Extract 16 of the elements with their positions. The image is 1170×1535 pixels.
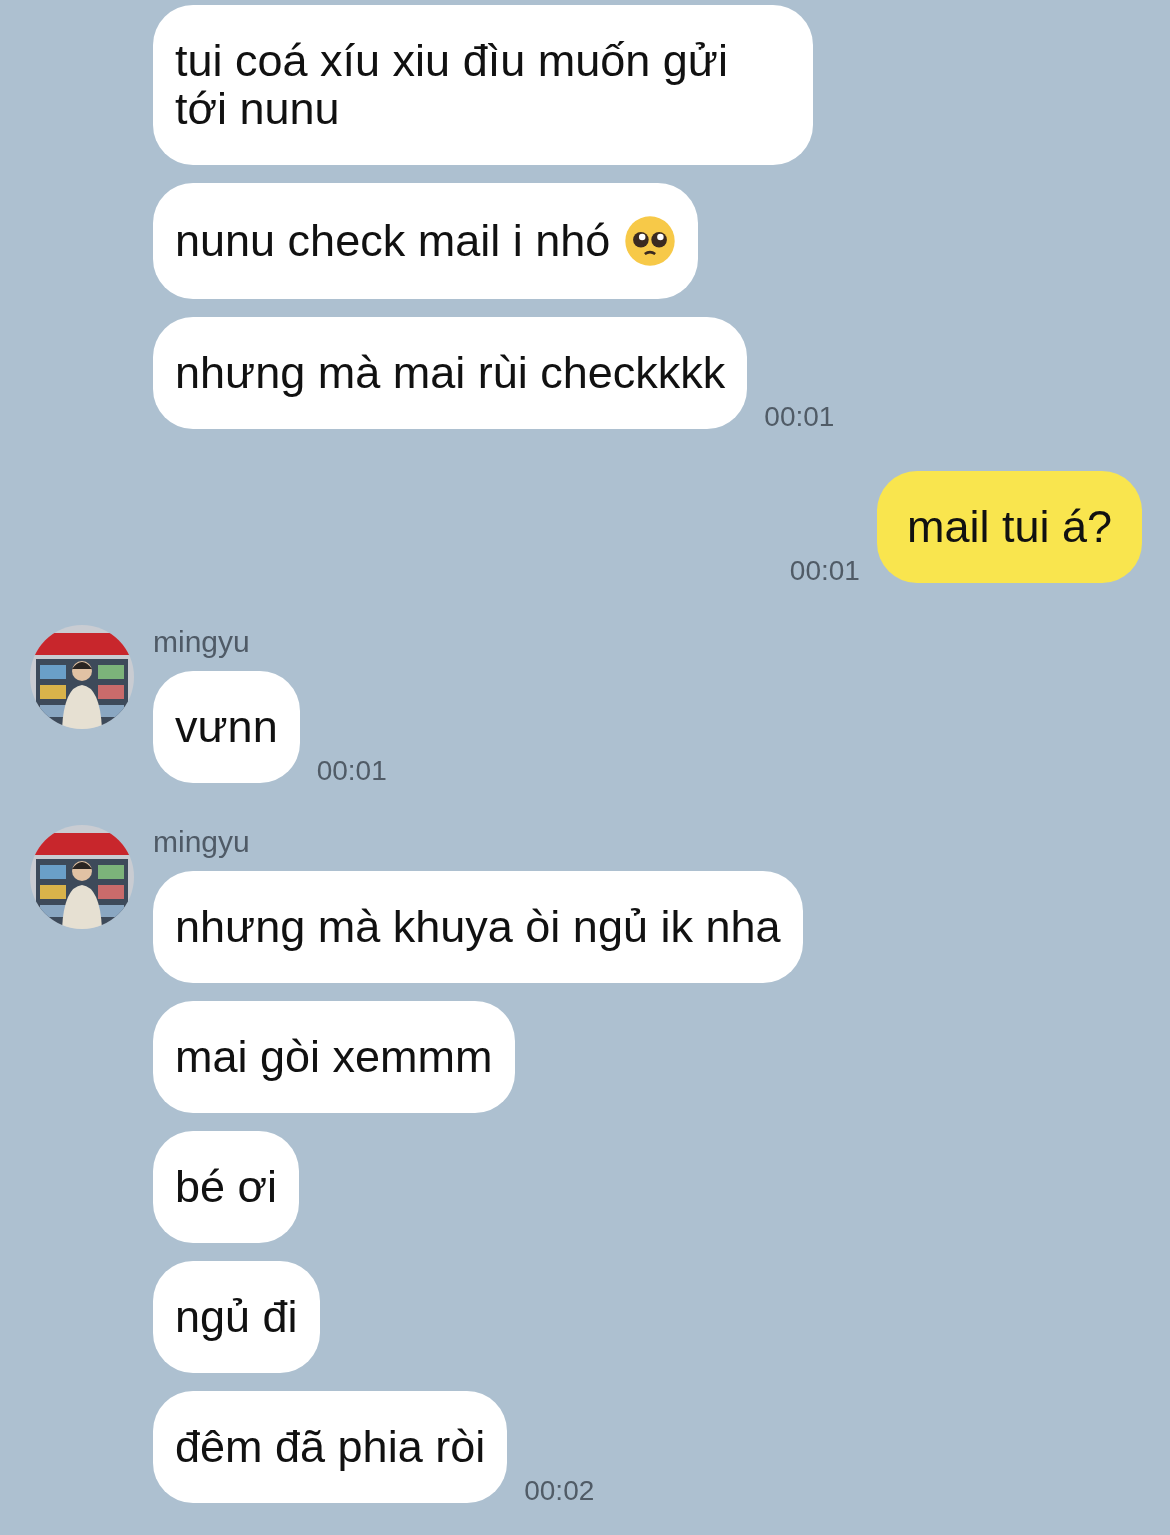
message-time: 00:01 bbox=[316, 755, 387, 787]
message-bubble: nunu check mail i nhó bbox=[153, 183, 699, 299]
message-bubble: tui coá xíu xiu đìu muốn gửi tới nunu bbox=[153, 5, 813, 165]
message-bubble: nhưng mà khuya òi ngủ ik nha bbox=[153, 871, 803, 983]
message-bubble: bé ơi bbox=[153, 1131, 300, 1243]
message-bubble: vưnn bbox=[153, 671, 300, 783]
message-bubble: đêm đã phia ròi bbox=[153, 1391, 508, 1503]
message-bubble: mai gòi xemmm bbox=[153, 1001, 515, 1113]
sender-name: mingyu bbox=[153, 825, 251, 859]
message-bubble: nhưng mà mai rùi checkkkk bbox=[153, 317, 748, 429]
message-time: 00:01 bbox=[764, 401, 835, 433]
message-bubble: ngủ đi bbox=[153, 1261, 320, 1373]
message-time: 00:02 bbox=[524, 1475, 595, 1507]
message-time: 00:01 bbox=[789, 555, 860, 587]
sender-name: mingyu bbox=[153, 625, 251, 659]
message-bubble: mail tui á? bbox=[876, 471, 1142, 583]
